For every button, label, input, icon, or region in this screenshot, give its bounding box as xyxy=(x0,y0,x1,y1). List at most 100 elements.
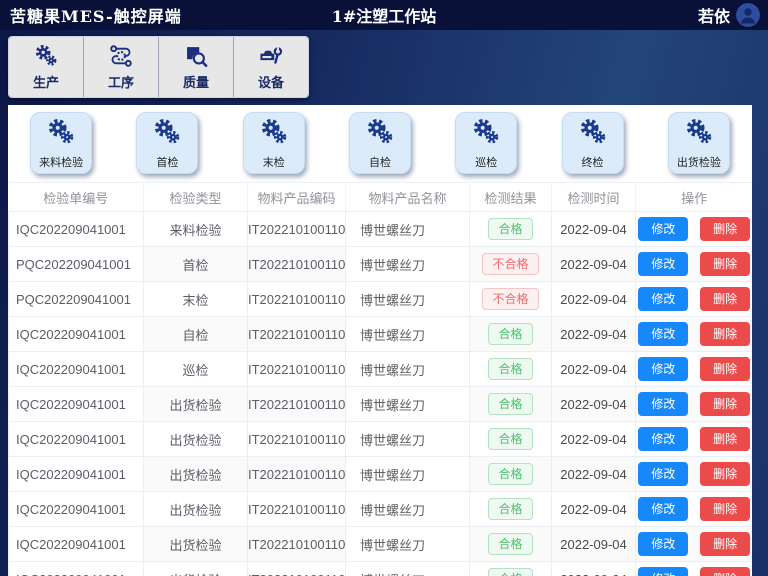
cell-material-name: 博世螺丝刀 xyxy=(346,247,470,282)
cell-actions: 修改 删除 xyxy=(636,492,753,527)
cell-inspection-type: 出货检验 xyxy=(144,387,248,422)
edit-button[interactable]: 修改 xyxy=(638,567,688,576)
nav-tab-4[interactable]: 设备 xyxy=(234,37,308,97)
delete-button[interactable]: 删除 xyxy=(700,217,750,241)
cell-actions: 修改 删除 xyxy=(636,422,753,457)
nav-tab-1[interactable]: 生产 xyxy=(9,37,84,97)
inspection-button-label: 首检 xyxy=(156,154,178,170)
table-row: PQC202209041001 末检 IT2022101001101 博世螺丝刀… xyxy=(9,282,753,317)
inspection-button[interactable]: 来料检验 xyxy=(30,112,92,174)
cell-material-code: IT2022101001101 xyxy=(248,562,346,576)
result-badge: 合格 xyxy=(488,568,532,576)
cell-material-name: 博世螺丝刀 xyxy=(346,422,470,457)
edit-button[interactable]: 修改 xyxy=(638,252,688,276)
nav-tab-label: 质量 xyxy=(183,72,209,91)
cell-result: 合格 xyxy=(470,562,552,576)
edit-button[interactable]: 修改 xyxy=(638,217,688,241)
edit-button[interactable]: 修改 xyxy=(638,287,688,311)
nav-tab-2[interactable]: 工序 xyxy=(84,37,159,97)
cell-material-name: 博世螺丝刀 xyxy=(346,527,470,562)
delete-button[interactable]: 删除 xyxy=(700,497,750,521)
double-gear-icon xyxy=(46,117,76,154)
cell-date: 2022-09-04 xyxy=(552,562,636,576)
cell-date: 2022-09-04 xyxy=(552,492,636,527)
cell-actions: 修改 删除 xyxy=(636,247,753,282)
delete-button[interactable]: 删除 xyxy=(700,392,750,416)
inspection-button[interactable]: 末检 xyxy=(243,112,305,174)
top-bar: 苦糖果MES-触控屏端 1#注塑工作站 若依 xyxy=(0,0,768,30)
result-badge: 不合格 xyxy=(482,288,538,310)
inspection-button[interactable]: 出货检验 xyxy=(668,112,730,174)
cell-material-name: 博世螺丝刀 xyxy=(346,282,470,317)
cell-result: 合格 xyxy=(470,352,552,387)
table-row: IQC202209041001 出货检验 IT2022101001101 博世螺… xyxy=(9,457,753,492)
inspection-button[interactable]: 终检 xyxy=(562,112,624,174)
inspection-button[interactable]: 巡检 xyxy=(455,112,517,174)
cell-inspection-type: 出货检验 xyxy=(144,562,248,576)
cell-inspection-type: 首检 xyxy=(144,247,248,282)
cell-inspection-id: IQC202209041001 xyxy=(9,457,144,492)
user-menu[interactable]: 若依 xyxy=(698,3,760,27)
cell-date: 2022-09-04 xyxy=(552,352,636,387)
result-badge: 合格 xyxy=(488,498,532,520)
cell-material-name: 博世螺丝刀 xyxy=(346,352,470,387)
cell-date: 2022-09-04 xyxy=(552,457,636,492)
edit-button[interactable]: 修改 xyxy=(638,532,688,556)
delete-button[interactable]: 删除 xyxy=(700,462,750,486)
cell-material-code: IT2022101001101 xyxy=(248,282,346,317)
delete-button[interactable]: 删除 xyxy=(700,427,750,451)
column-header: 检验单编号 xyxy=(9,183,144,212)
cell-inspection-type: 巡检 xyxy=(144,352,248,387)
cell-material-code: IT2022101001101 xyxy=(248,422,346,457)
delete-button[interactable]: 删除 xyxy=(700,357,750,381)
double-gear-icon xyxy=(684,117,714,154)
cell-date: 2022-09-04 xyxy=(552,212,636,247)
edit-button[interactable]: 修改 xyxy=(638,462,688,486)
cell-inspection-id: IQC202209041001 xyxy=(9,527,144,562)
edit-button[interactable]: 修改 xyxy=(638,427,688,451)
table-row: IQC202209041001 出货检验 IT2022101001101 博世螺… xyxy=(9,562,753,576)
delete-button[interactable]: 删除 xyxy=(700,287,750,311)
cell-date: 2022-09-04 xyxy=(552,317,636,352)
table-row: PQC202209041001 首检 IT2022101001101 博世螺丝刀… xyxy=(9,247,753,282)
cell-material-name: 博世螺丝刀 xyxy=(346,457,470,492)
cell-date: 2022-09-04 xyxy=(552,247,636,282)
delete-button[interactable]: 删除 xyxy=(700,322,750,346)
inspection-button-label: 出货检验 xyxy=(677,154,721,170)
user-avatar-icon[interactable] xyxy=(736,3,760,27)
cell-result: 不合格 xyxy=(470,247,552,282)
table-row: IQC202209041001 来料检验 IT2022101001101 博世螺… xyxy=(9,212,753,247)
cell-actions: 修改 删除 xyxy=(636,387,753,422)
nav-tab-3[interactable]: 质量 xyxy=(159,37,234,97)
cell-actions: 修改 删除 xyxy=(636,562,753,576)
table-row: IQC202209041001 巡检 IT2022101001101 博世螺丝刀… xyxy=(9,352,753,387)
edit-button[interactable]: 修改 xyxy=(638,357,688,381)
column-header: 物料产品编码 xyxy=(248,183,346,212)
station-title: 1#注塑工作站 xyxy=(0,3,768,27)
inspection-table-header: 检验单编号检验类型物料产品编码物料产品名称检测结果检测时间操作 xyxy=(9,183,753,212)
edit-button[interactable]: 修改 xyxy=(638,392,688,416)
inspection-button[interactable]: 自检 xyxy=(349,112,411,174)
edit-button[interactable]: 修改 xyxy=(638,497,688,521)
cell-material-name: 博世螺丝刀 xyxy=(346,317,470,352)
cell-date: 2022-09-04 xyxy=(552,527,636,562)
cell-material-code: IT2022101001101 xyxy=(248,212,346,247)
cell-inspection-type: 出货检验 xyxy=(144,457,248,492)
column-header: 物料产品名称 xyxy=(346,183,470,212)
result-badge: 不合格 xyxy=(482,253,538,275)
nav-strip: 生产 工序 质量 设备 xyxy=(0,30,768,105)
delete-button[interactable]: 删除 xyxy=(700,252,750,276)
delete-button[interactable]: 删除 xyxy=(700,567,750,576)
column-header: 检测时间 xyxy=(552,183,636,212)
edit-button[interactable]: 修改 xyxy=(638,322,688,346)
cell-inspection-id: IQC202209041001 xyxy=(9,212,144,247)
inspection-button[interactable]: 首检 xyxy=(136,112,198,174)
cell-result: 合格 xyxy=(470,422,552,457)
cell-material-code: IT2022101001101 xyxy=(248,317,346,352)
cell-actions: 修改 删除 xyxy=(636,352,753,387)
inspection-button-label: 自检 xyxy=(369,154,391,170)
delete-button[interactable]: 删除 xyxy=(700,532,750,556)
process-flow-icon xyxy=(108,43,134,69)
cell-inspection-id: IQC202209041001 xyxy=(9,492,144,527)
table-row: IQC202209041001 出货检验 IT2022101001101 博世螺… xyxy=(9,387,753,422)
